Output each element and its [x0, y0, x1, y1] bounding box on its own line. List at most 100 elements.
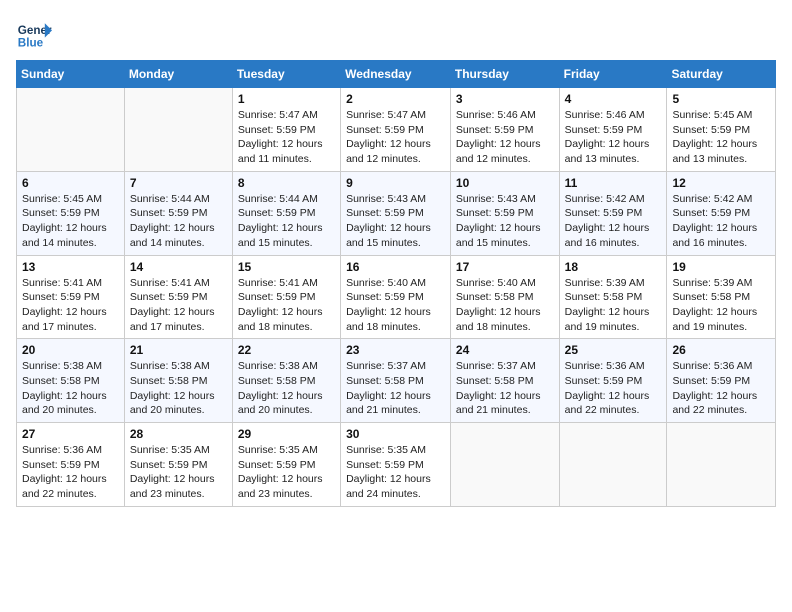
day-number: 14 [130, 260, 227, 274]
calendar-cell: 20Sunrise: 5:38 AMSunset: 5:58 PMDayligh… [17, 339, 125, 423]
day-number: 28 [130, 427, 227, 441]
day-number: 7 [130, 176, 227, 190]
day-info: Sunrise: 5:38 AMSunset: 5:58 PMDaylight:… [238, 359, 335, 418]
day-info: Sunrise: 5:43 AMSunset: 5:59 PMDaylight:… [346, 192, 445, 251]
calendar-cell: 1Sunrise: 5:47 AMSunset: 5:59 PMDaylight… [232, 88, 340, 172]
day-number: 30 [346, 427, 445, 441]
day-info: Sunrise: 5:45 AMSunset: 5:59 PMDaylight:… [672, 108, 770, 167]
day-number: 15 [238, 260, 335, 274]
day-info: Sunrise: 5:46 AMSunset: 5:59 PMDaylight:… [565, 108, 662, 167]
day-info: Sunrise: 5:35 AMSunset: 5:59 PMDaylight:… [346, 443, 445, 502]
day-info: Sunrise: 5:36 AMSunset: 5:59 PMDaylight:… [565, 359, 662, 418]
day-number: 2 [346, 92, 445, 106]
calendar-week-row: 27 Sunrise: 5:36 AMSunset: 5:59 PMDayligh… [17, 423, 776, 507]
page-header: General Blue [16, 16, 776, 52]
day-number: 13 [22, 260, 119, 274]
calendar-cell: 19 Sunrise: 5:39 AMSunset: 5:58 PMDayligh… [667, 255, 776, 339]
calendar-cell: 14 Sunrise: 5:41 AMSunset: 5:59 PMDayligh… [124, 255, 232, 339]
calendar-cell: 2 Sunrise: 5:47 AMSunset: 5:59 PMDaylight… [341, 88, 451, 172]
calendar-cell [124, 88, 232, 172]
weekday-header-tuesday: Tuesday [232, 61, 340, 88]
calendar-cell: 18 Sunrise: 5:39 AMSunset: 5:58 PMDayligh… [559, 255, 667, 339]
day-info: Sunrise: 5:38 AMSunset: 5:58 PMDaylight:… [130, 359, 227, 418]
weekday-header-thursday: Thursday [450, 61, 559, 88]
calendar-cell: 26 Sunrise: 5:36 AMSunset: 5:59 PMDayligh… [667, 339, 776, 423]
day-number: 4 [565, 92, 662, 106]
day-number: 5 [672, 92, 770, 106]
day-info: Sunrise: 5:39 AMSunset: 5:58 PMDaylight:… [565, 276, 662, 335]
calendar-cell: 24Sunrise: 5:37 AMSunset: 5:58 PMDayligh… [450, 339, 559, 423]
day-number: 21 [130, 343, 227, 357]
day-info: Sunrise: 5:46 AMSunset: 5:59 PMDaylight:… [456, 108, 554, 167]
day-number: 22 [238, 343, 335, 357]
day-number: 18 [565, 260, 662, 274]
calendar-cell: 15 Sunrise: 5:41 AMSunset: 5:59 PMDayligh… [232, 255, 340, 339]
calendar-cell: 6 Sunrise: 5:45 AMSunset: 5:59 PMDaylight… [17, 171, 125, 255]
day-info: Sunrise: 5:44 AMSunset: 5:59 PMDaylight:… [130, 192, 227, 251]
logo-icon: General Blue [16, 16, 52, 52]
calendar-cell: 12 Sunrise: 5:42 AMSunset: 5:59 PMDayligh… [667, 171, 776, 255]
day-number: 8 [238, 176, 335, 190]
day-info: Sunrise: 5:36 AMSunset: 5:59 PMDaylight:… [22, 443, 119, 502]
calendar-week-row: 20 Sunrise: 5:38 AMSunset: 5:58 PMDayligh… [17, 339, 776, 423]
day-info: Sunrise: 5:41 AMSunset: 5:59 PMDaylight:… [238, 276, 335, 335]
logo: General Blue [16, 16, 52, 52]
calendar-cell: 23 Sunrise: 5:37 AMSunset: 5:58 PMDayligh… [341, 339, 451, 423]
day-number: 10 [456, 176, 554, 190]
day-number: 11 [565, 176, 662, 190]
day-number: 12 [672, 176, 770, 190]
day-info: Sunrise: 5:41 AMSunset: 5:59 PMDaylight:… [130, 276, 227, 335]
calendar-cell: 17Sunrise: 5:40 AMSunset: 5:58 PMDayligh… [450, 255, 559, 339]
calendar-table: SundayMondayTuesdayWednesdayThursdayFrid… [16, 60, 776, 507]
day-number: 6 [22, 176, 119, 190]
calendar-cell: 8 Sunrise: 5:44 AMSunset: 5:59 PMDaylight… [232, 171, 340, 255]
day-number: 16 [346, 260, 445, 274]
day-info: Sunrise: 5:36 AMSunset: 5:59 PMDaylight:… [672, 359, 770, 418]
day-info: Sunrise: 5:42 AMSunset: 5:59 PMDaylight:… [672, 192, 770, 251]
calendar-cell: 5 Sunrise: 5:45 AMSunset: 5:59 PMDaylight… [667, 88, 776, 172]
day-info: Sunrise: 5:47 AMSunset: 5:59 PMDaylight:… [346, 108, 445, 167]
calendar-cell: 13 Sunrise: 5:41 AMSunset: 5:59 PMDayligh… [17, 255, 125, 339]
calendar-cell: 27 Sunrise: 5:36 AMSunset: 5:59 PMDayligh… [17, 423, 125, 507]
calendar-cell: 7 Sunrise: 5:44 AMSunset: 5:59 PMDaylight… [124, 171, 232, 255]
calendar-cell: 28 Sunrise: 5:35 AMSunset: 5:59 PMDayligh… [124, 423, 232, 507]
weekday-header-saturday: Saturday [667, 61, 776, 88]
day-number: 1 [238, 92, 335, 106]
calendar-cell: 10 Sunrise: 5:43 AMSunset: 5:59 PMDayligh… [450, 171, 559, 255]
day-info: Sunrise: 5:43 AMSunset: 5:59 PMDaylight:… [456, 192, 554, 251]
calendar-cell [667, 423, 776, 507]
day-number: 23 [346, 343, 445, 357]
calendar-cell: 29Sunrise: 5:35 AMSunset: 5:59 PMDayligh… [232, 423, 340, 507]
calendar-cell: 16 Sunrise: 5:40 AMSunset: 5:59 PMDayligh… [341, 255, 451, 339]
weekday-header-friday: Friday [559, 61, 667, 88]
day-number: 3 [456, 92, 554, 106]
day-info: Sunrise: 5:35 AMSunset: 5:59 PMDaylight:… [130, 443, 227, 502]
day-number: 20 [22, 343, 119, 357]
day-info: Sunrise: 5:42 AMSunset: 5:59 PMDaylight:… [565, 192, 662, 251]
calendar-cell [17, 88, 125, 172]
calendar-cell: 4 Sunrise: 5:46 AMSunset: 5:59 PMDaylight… [559, 88, 667, 172]
weekday-header-sunday: Sunday [17, 61, 125, 88]
day-number: 26 [672, 343, 770, 357]
day-info: Sunrise: 5:37 AMSunset: 5:58 PMDaylight:… [346, 359, 445, 418]
calendar-cell: 22 Sunrise: 5:38 AMSunset: 5:58 PMDayligh… [232, 339, 340, 423]
calendar-cell: 3 Sunrise: 5:46 AMSunset: 5:59 PMDaylight… [450, 88, 559, 172]
calendar-cell [559, 423, 667, 507]
weekday-header-wednesday: Wednesday [341, 61, 451, 88]
day-info: Sunrise: 5:39 AMSunset: 5:58 PMDaylight:… [672, 276, 770, 335]
day-number: 17 [456, 260, 554, 274]
calendar-week-row: 6 Sunrise: 5:45 AMSunset: 5:59 PMDaylight… [17, 171, 776, 255]
day-number: 27 [22, 427, 119, 441]
weekday-header-row: SundayMondayTuesdayWednesdayThursdayFrid… [17, 61, 776, 88]
day-number: 19 [672, 260, 770, 274]
calendar-cell: 30 Sunrise: 5:35 AMSunset: 5:59 PMDayligh… [341, 423, 451, 507]
weekday-header-monday: Monday [124, 61, 232, 88]
day-info: Sunrise: 5:41 AMSunset: 5:59 PMDaylight:… [22, 276, 119, 335]
calendar-week-row: 13 Sunrise: 5:41 AMSunset: 5:59 PMDayligh… [17, 255, 776, 339]
day-info: Sunrise: 5:40 AMSunset: 5:59 PMDaylight:… [346, 276, 445, 335]
calendar-cell [450, 423, 559, 507]
calendar-cell: 9Sunrise: 5:43 AMSunset: 5:59 PMDaylight… [341, 171, 451, 255]
day-info: Sunrise: 5:45 AMSunset: 5:59 PMDaylight:… [22, 192, 119, 251]
day-info: Sunrise: 5:44 AMSunset: 5:59 PMDaylight:… [238, 192, 335, 251]
calendar-cell: 21 Sunrise: 5:38 AMSunset: 5:58 PMDayligh… [124, 339, 232, 423]
